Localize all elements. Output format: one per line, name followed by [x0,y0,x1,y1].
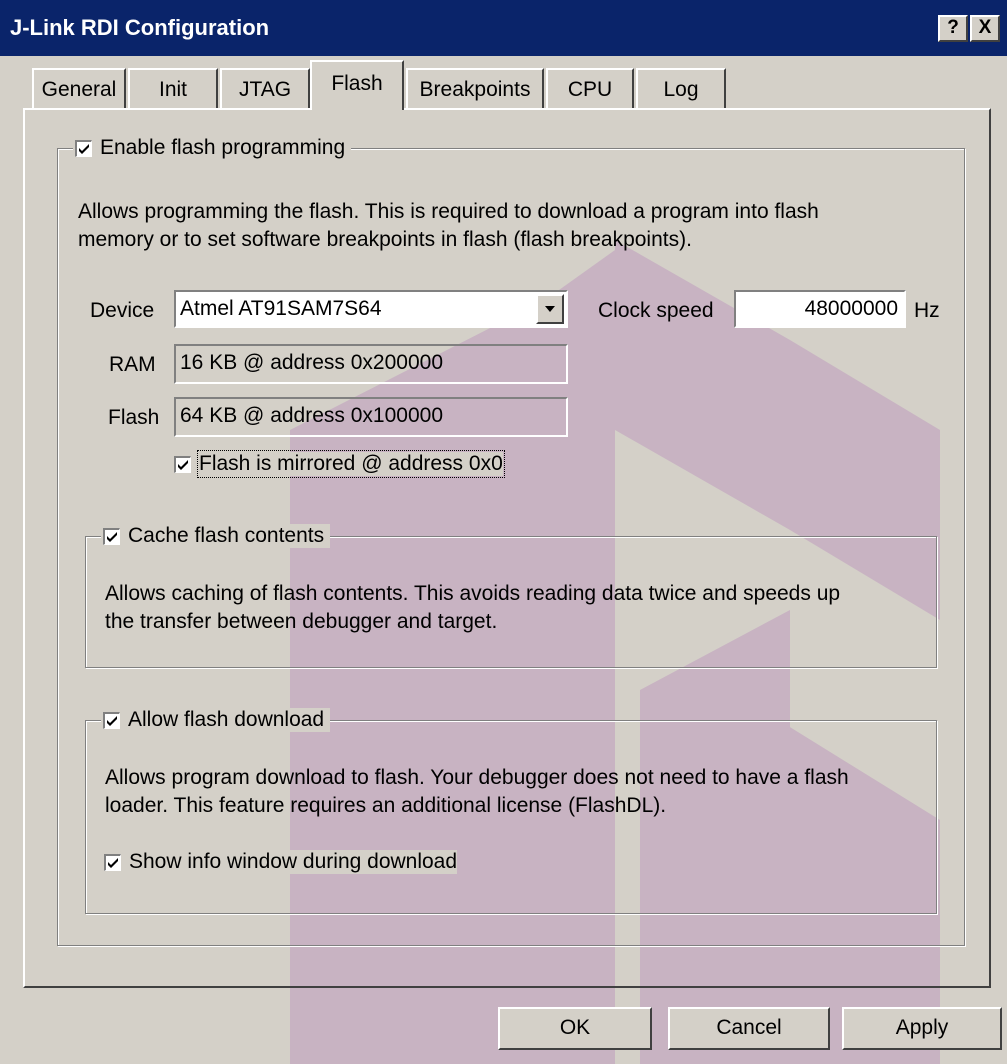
check-icon [107,715,117,726]
check-icon [178,459,188,470]
enable-flash-description-1: Allows programming the flash. This is re… [78,200,819,223]
tab-general[interactable]: General [32,68,126,108]
tab-init[interactable]: Init [128,68,218,108]
tab-cpu-label: CPU [567,78,613,101]
cache-description-1: Allows caching of flash contents. This a… [105,582,841,605]
checkbox-box[interactable] [103,527,120,545]
device-value: Atmel AT91SAM7S64 [180,297,382,320]
tab-log[interactable]: Log [636,68,726,108]
cancel-button[interactable]: Cancel [668,1007,830,1050]
download-description-2: loader. This feature requires an additio… [105,794,667,817]
checkbox-box[interactable] [103,711,120,729]
check-icon [108,857,118,868]
tab-general-label: General [41,78,117,101]
enable-flash-checkbox[interactable]: Enable flash programming [73,136,352,160]
tab-breakpoints-label: Breakpoints [419,78,531,101]
ok-button[interactable]: OK [498,1007,652,1050]
tab-flash-label: Flash [331,72,383,95]
device-label: Device [90,299,155,322]
clock-speed-label: Clock speed [598,299,714,322]
cache-description-2: the transfer between debugger and target… [105,610,498,633]
tab-jtag[interactable]: JTAG [220,68,310,108]
device-dropdown-button[interactable] [536,294,564,324]
enable-flash-label: Enable flash programming [100,136,346,159]
show-info-checkbox[interactable]: Show info window during download [104,850,458,874]
ram-value: 16 KB @ address 0x200000 [174,344,568,384]
clock-speed-input[interactable]: 48000000 [734,290,906,328]
clock-unit: Hz [914,299,940,322]
flash-label: Flash [108,406,160,429]
device-select[interactable]: Atmel AT91SAM7S64 [174,290,568,328]
apply-button[interactable]: Apply [842,1007,1002,1050]
show-info-label: Show info window during download [129,850,458,873]
tab-init-label: Init [158,78,187,101]
tab-flash[interactable]: Flash [310,60,404,110]
tab-log-label: Log [663,78,699,101]
checkbox-box[interactable] [104,853,121,871]
cache-flash-checkbox[interactable]: Cache flash contents [101,524,331,548]
check-icon [79,143,89,154]
flash-value: 64 KB @ address 0x100000 [174,397,568,437]
check-icon [107,531,117,542]
checkbox-box[interactable] [174,455,191,473]
ram-label: RAM [109,353,156,376]
checkbox-box[interactable] [75,139,92,157]
enable-flash-description-2: memory or to set software breakpoints in… [78,228,692,251]
mirrored-checkbox[interactable]: Flash is mirrored @ address 0x0 [174,450,505,478]
allow-download-checkbox[interactable]: Allow flash download [101,708,331,732]
chevron-down-icon [545,306,555,312]
download-description-1: Allows program download to flash. Your d… [105,766,849,789]
mirrored-label: Flash is mirrored @ address 0x0 [197,450,505,478]
tab-cpu[interactable]: CPU [546,68,634,108]
cache-flash-label: Cache flash contents [128,524,325,547]
tab-breakpoints[interactable]: Breakpoints [406,68,544,108]
tab-jtag-label: JTAG [238,78,292,101]
allow-download-label: Allow flash download [128,708,325,731]
